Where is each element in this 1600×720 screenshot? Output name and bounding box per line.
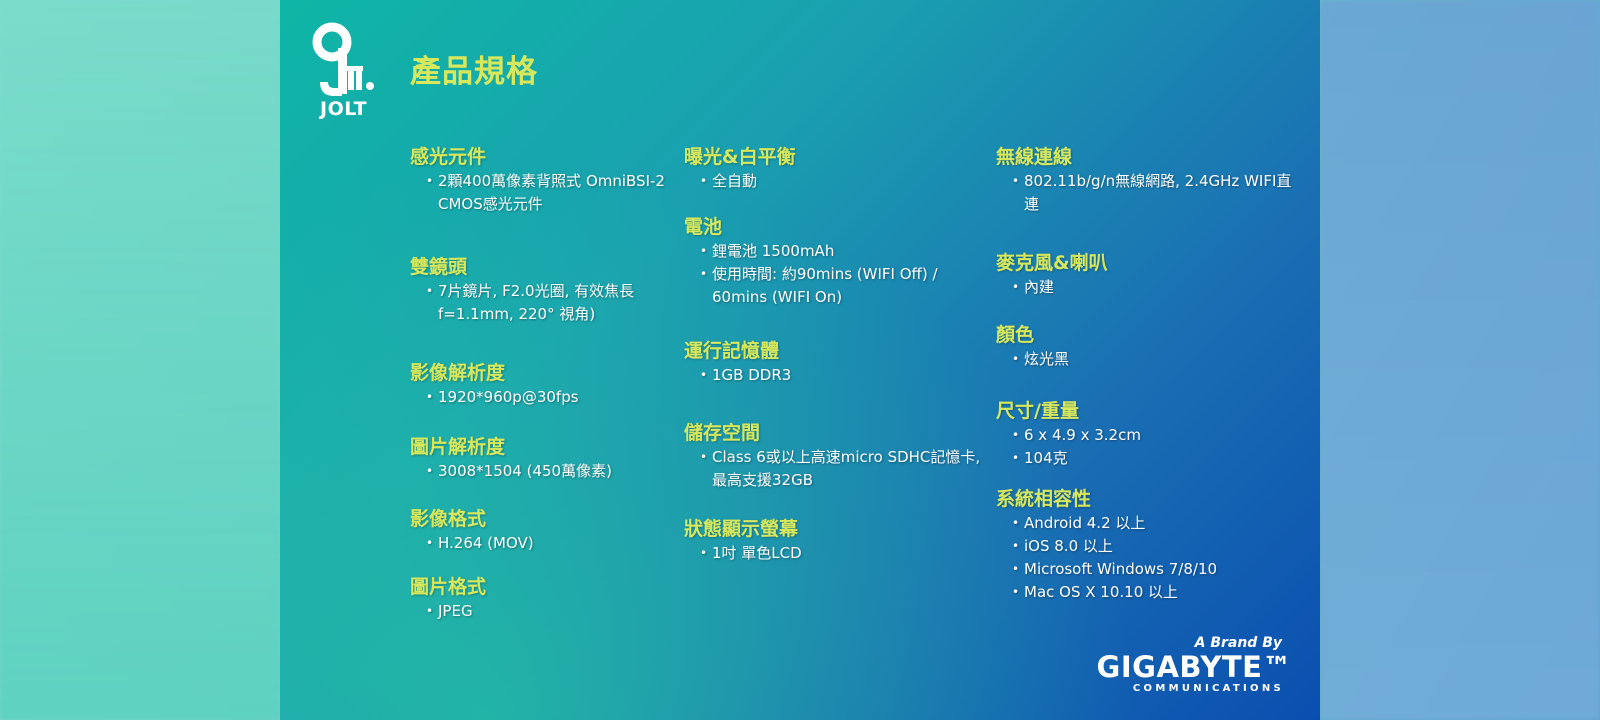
spec-item: 3008*1504 (450萬像素) bbox=[426, 460, 612, 483]
spec-section: 影像解析度 1920*960p@30fps bbox=[410, 360, 579, 409]
spec-title: 圖片格式 bbox=[410, 576, 487, 598]
spec-title: 麥克風&喇叭 bbox=[996, 252, 1108, 274]
spec-section: 運行記憶體 1GB DDR3 bbox=[684, 338, 791, 387]
spec-title: 系統相容性 bbox=[996, 488, 1092, 510]
spec-title: 無線連線 bbox=[996, 146, 1073, 168]
brand-name: GIGABYTE™ bbox=[1096, 650, 1292, 684]
spec-section: 圖片格式 JPEG bbox=[410, 574, 486, 623]
spec-item: Mac OS X 10.10 以上 bbox=[1012, 581, 1217, 604]
spec-item: JPEG bbox=[426, 600, 486, 623]
spec-title: 圖片解析度 bbox=[410, 436, 506, 458]
spec-title: 儲存空間 bbox=[684, 422, 761, 444]
spec-item: H.264 (MOV) bbox=[426, 532, 534, 555]
spec-title: 影像格式 bbox=[410, 508, 487, 530]
spec-item: 鋰電池 1500mAh bbox=[700, 240, 984, 263]
spec-item: 使用時間: 約90mins (WIFI Off) / 60mins (WIFI … bbox=[700, 263, 984, 309]
spec-title: 顏色 bbox=[996, 324, 1035, 346]
background-blur-left bbox=[0, 0, 280, 720]
spec-section: 雙鏡頭 7片鏡片, F2.0光圈, 有效焦長 f=1.1mm, 220° 視角) bbox=[410, 254, 670, 326]
spec-title: 尺寸/重量 bbox=[996, 400, 1079, 422]
spec-item: 802.11b/g/n無線網路, 2.4GHz WIFI直連 bbox=[1012, 170, 1296, 216]
spec-title: 曝光&白平衡 bbox=[684, 146, 796, 168]
page-title: 產品規格 bbox=[410, 54, 538, 90]
spec-section: 電池 鋰電池 1500mAh 使用時間: 約90mins (WIFI Off) … bbox=[684, 214, 984, 309]
background-blur-right bbox=[1320, 0, 1600, 720]
spec-section: 狀態顯示螢幕 1吋 單色LCD bbox=[684, 516, 802, 565]
spec-item: Class 6或以上高速micro SDHC記憶卡, 最高支援32GB bbox=[700, 446, 984, 492]
gigabyte-brand-logo: A Brand By GIGABYTE™ COMMUNICATIONS bbox=[1097, 635, 1292, 694]
spec-item: 1920*960p@30fps bbox=[426, 386, 579, 409]
spec-title: 狀態顯示螢幕 bbox=[684, 518, 799, 540]
spec-section: 尺寸/重量 6 x 4.9 x 3.2cm 104克 bbox=[996, 398, 1141, 470]
spec-section: 顏色 炫光黑 bbox=[996, 322, 1069, 371]
spec-item: 1GB DDR3 bbox=[700, 364, 791, 387]
spec-item: Android 4.2 以上 bbox=[1012, 512, 1217, 535]
spec-section: 儲存空間 Class 6或以上高速micro SDHC記憶卡, 最高支援32GB bbox=[684, 420, 984, 492]
spec-section: 麥克風&喇叭 內建 bbox=[996, 250, 1108, 299]
spec-item: 7片鏡片, F2.0光圈, 有效焦長 f=1.1mm, 220° 視角) bbox=[426, 280, 670, 326]
spec-item: 1吋 單色LCD bbox=[700, 542, 802, 565]
spec-item: 炫光黑 bbox=[1012, 348, 1069, 371]
spec-section: 曝光&白平衡 全自動 bbox=[684, 144, 796, 193]
spec-item: iOS 8.0 以上 bbox=[1012, 535, 1217, 558]
spec-title: 感光元件 bbox=[410, 146, 487, 168]
spec-section: 影像格式 H.264 (MOV) bbox=[410, 506, 534, 555]
spec-item: 6 x 4.9 x 3.2cm bbox=[1012, 424, 1141, 447]
spec-section: 感光元件 2顆400萬像素背照式 OmniBSI-2 CMOS感光元件 bbox=[410, 144, 670, 216]
logo-wordmark: JOLT bbox=[320, 98, 368, 120]
spec-title: 影像解析度 bbox=[410, 362, 506, 384]
spec-title: 電池 bbox=[684, 216, 723, 238]
spec-item: Microsoft Windows 7/8/10 bbox=[1012, 558, 1217, 581]
spec-section: 系統相容性 Android 4.2 以上 iOS 8.0 以上 Microsof… bbox=[996, 486, 1217, 604]
brand-subtitle: COMMUNICATIONS bbox=[1132, 683, 1284, 694]
spec-section: 無線連線 802.11b/g/n無線網路, 2.4GHz WIFI直連 bbox=[996, 144, 1296, 216]
spec-slide: JOLT 產品規格 感光元件 2顆400萬像素背照式 OmniBSI-2 CMO… bbox=[280, 0, 1320, 720]
spec-section: 圖片解析度 3008*1504 (450萬像素) bbox=[410, 434, 612, 483]
spec-title: 運行記憶體 bbox=[684, 340, 780, 362]
brand-prefix: A Brand By bbox=[1194, 635, 1282, 651]
spec-title: 雙鏡頭 bbox=[410, 256, 468, 278]
spec-item: 104克 bbox=[1012, 447, 1141, 470]
spec-item: 全自動 bbox=[700, 170, 796, 193]
spec-item: 內建 bbox=[1012, 276, 1108, 299]
spec-item: 2顆400萬像素背照式 OmniBSI-2 CMOS感光元件 bbox=[426, 170, 670, 216]
